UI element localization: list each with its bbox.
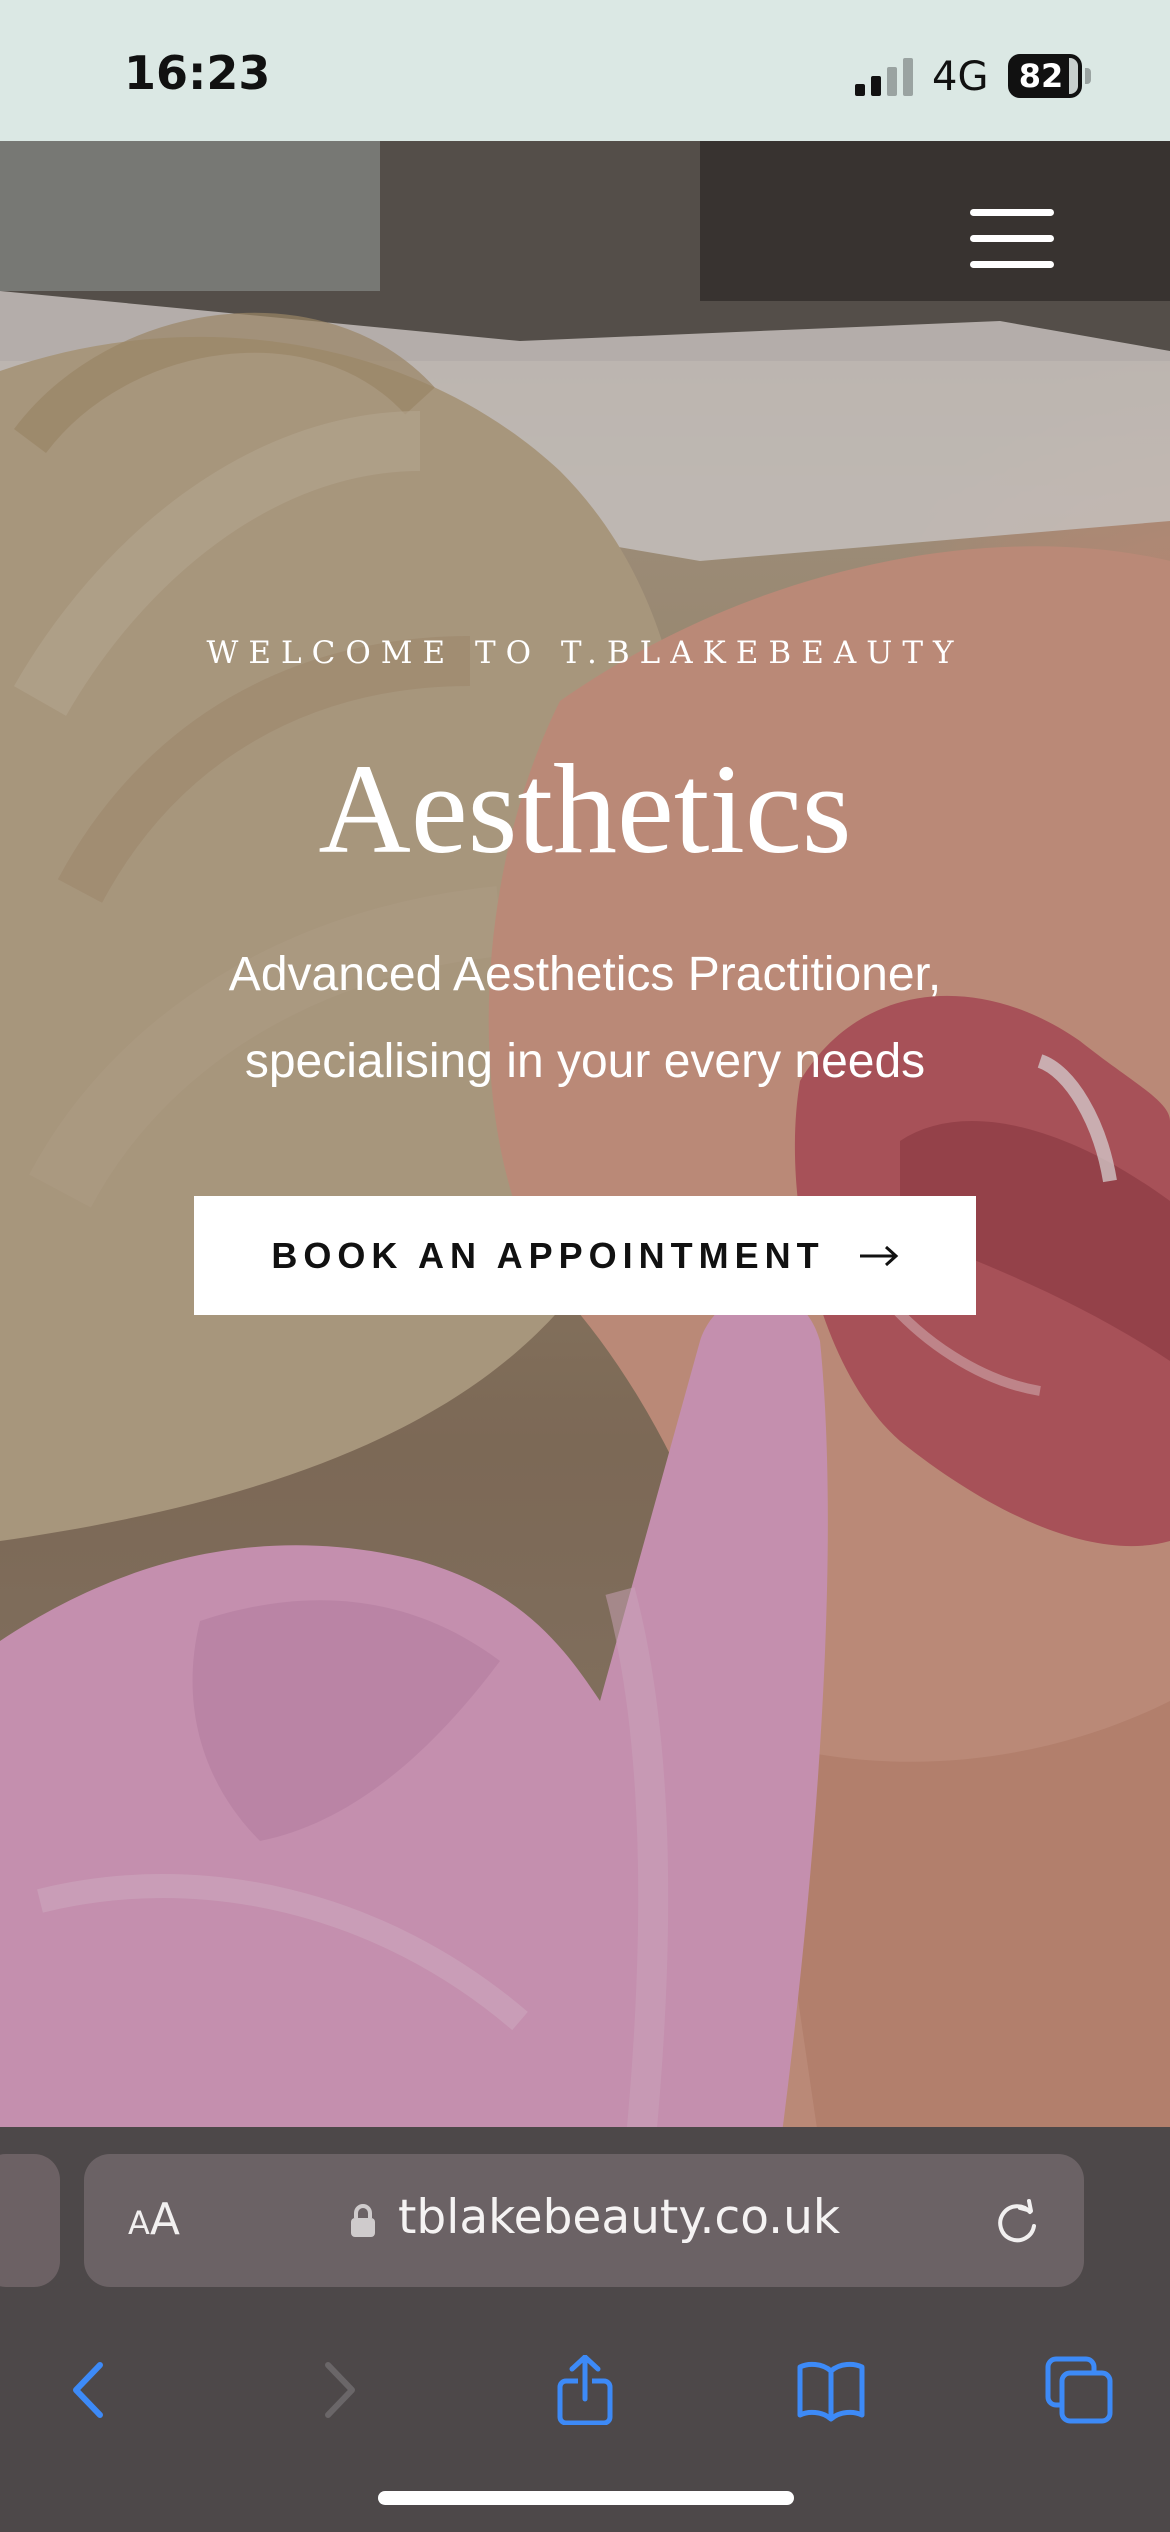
tabs-icon[interactable] bbox=[1044, 2355, 1114, 2425]
hero-subtitle-line-2: specialising in your every needs bbox=[244, 1035, 926, 1088]
hamburger-menu-icon[interactable] bbox=[966, 203, 1058, 273]
lock-icon bbox=[351, 2204, 375, 2237]
chevron-right-icon[interactable] bbox=[304, 2355, 374, 2425]
network-type: 4G bbox=[932, 54, 989, 100]
status-bar: 16:23 4G 82 bbox=[0, 0, 1170, 141]
home-indicator[interactable] bbox=[378, 2491, 794, 2505]
battery-level: 82 bbox=[1018, 57, 1064, 95]
book-appointment-label: BOOK AN APPOINTMENT bbox=[271, 1234, 825, 1276]
hero-subtitle: Advanced Aesthetics Practitioner, specia… bbox=[135, 931, 1035, 1105]
hero-subtitle-line-1: Advanced Aesthetics Practitioner, bbox=[228, 948, 942, 1001]
status-time: 16:23 bbox=[124, 46, 271, 100]
previous-tab-peek[interactable] bbox=[0, 2154, 60, 2287]
share-icon[interactable] bbox=[550, 2355, 620, 2425]
book-appointment-button[interactable]: BOOK AN APPOINTMENT bbox=[194, 1196, 976, 1315]
browser-toolbar bbox=[0, 2327, 1170, 2447]
hero-title: Aesthetics bbox=[318, 738, 852, 880]
browser-bottom-bar: AA tblakebeauty.co.uk bbox=[0, 2127, 1170, 2532]
welcome-text: WELCOME TO T.BLAKEBEAUTY bbox=[206, 635, 964, 671]
text-size-button[interactable]: AA bbox=[128, 2194, 180, 2248]
url-text[interactable]: tblakebeauty.co.uk bbox=[398, 2190, 840, 2245]
book-icon[interactable] bbox=[796, 2355, 866, 2425]
battery-icon: 82 bbox=[1008, 54, 1091, 98]
arrow-right-icon bbox=[859, 1245, 898, 1266]
reload-icon[interactable] bbox=[992, 2198, 1042, 2248]
hero-section: WELCOME TO T.BLAKEBEAUTY Aesthetics Adva… bbox=[0, 141, 1170, 2149]
address-bar[interactable]: AA tblakebeauty.co.uk bbox=[84, 2154, 1084, 2287]
cellular-signal-icon bbox=[855, 58, 913, 96]
chevron-left-icon[interactable] bbox=[54, 2355, 124, 2425]
